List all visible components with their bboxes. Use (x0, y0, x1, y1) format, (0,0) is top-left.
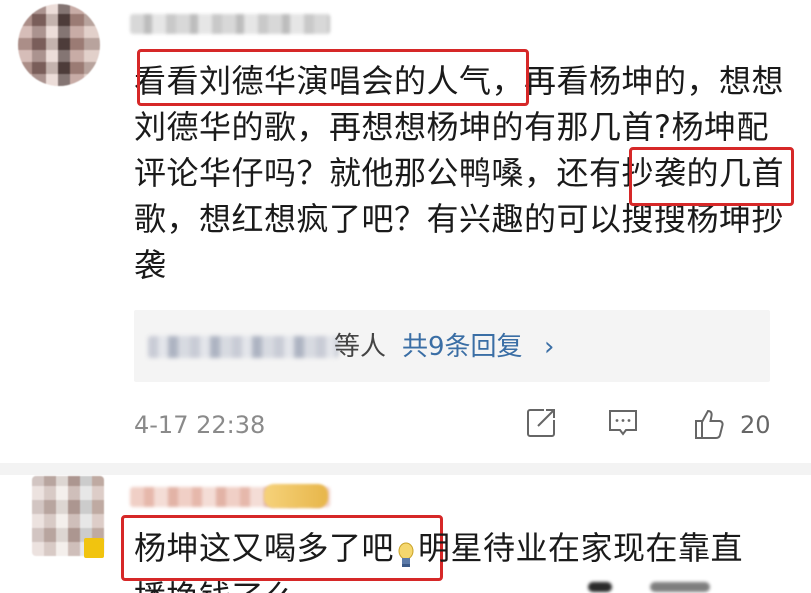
user-avatar[interactable] (18, 4, 100, 86)
chevron-right-icon: › (544, 332, 555, 362)
view-replies-link[interactable]: 共9条回复 (402, 332, 523, 362)
share-icon[interactable] (524, 406, 558, 444)
reply-suffix: 等人 (334, 332, 387, 362)
like-count: 20 (740, 411, 771, 439)
comment-highlight-text: 杨坤这又喝多了吧 (134, 529, 395, 567)
highlight-box (629, 147, 794, 206)
reply-summary[interactable]: 等人 共9条回复 › (134, 310, 770, 382)
lightbulb-emoji-icon (396, 536, 416, 567)
vip-badge (264, 484, 328, 508)
comment-icon[interactable] (606, 406, 640, 444)
comment-text: 杨坤这又喝多了吧 明星待业在家现在靠直 (134, 526, 743, 570)
blurred-text-fragment (650, 582, 710, 592)
comment-text-line2: 播挣钱了么 (134, 575, 297, 593)
thumbs-up-icon[interactable] (692, 406, 728, 446)
username-blurred[interactable] (130, 14, 330, 34)
blurred-text-fragment (588, 582, 612, 592)
comment-timestamp: 4-17 22:38 (134, 411, 266, 439)
section-divider (0, 463, 811, 475)
highlight-box (137, 49, 529, 106)
user-badge (84, 538, 104, 558)
reply-usernames-blurred (148, 336, 338, 358)
comment-rest-text: 明星待业在家现在靠直 (418, 529, 744, 567)
